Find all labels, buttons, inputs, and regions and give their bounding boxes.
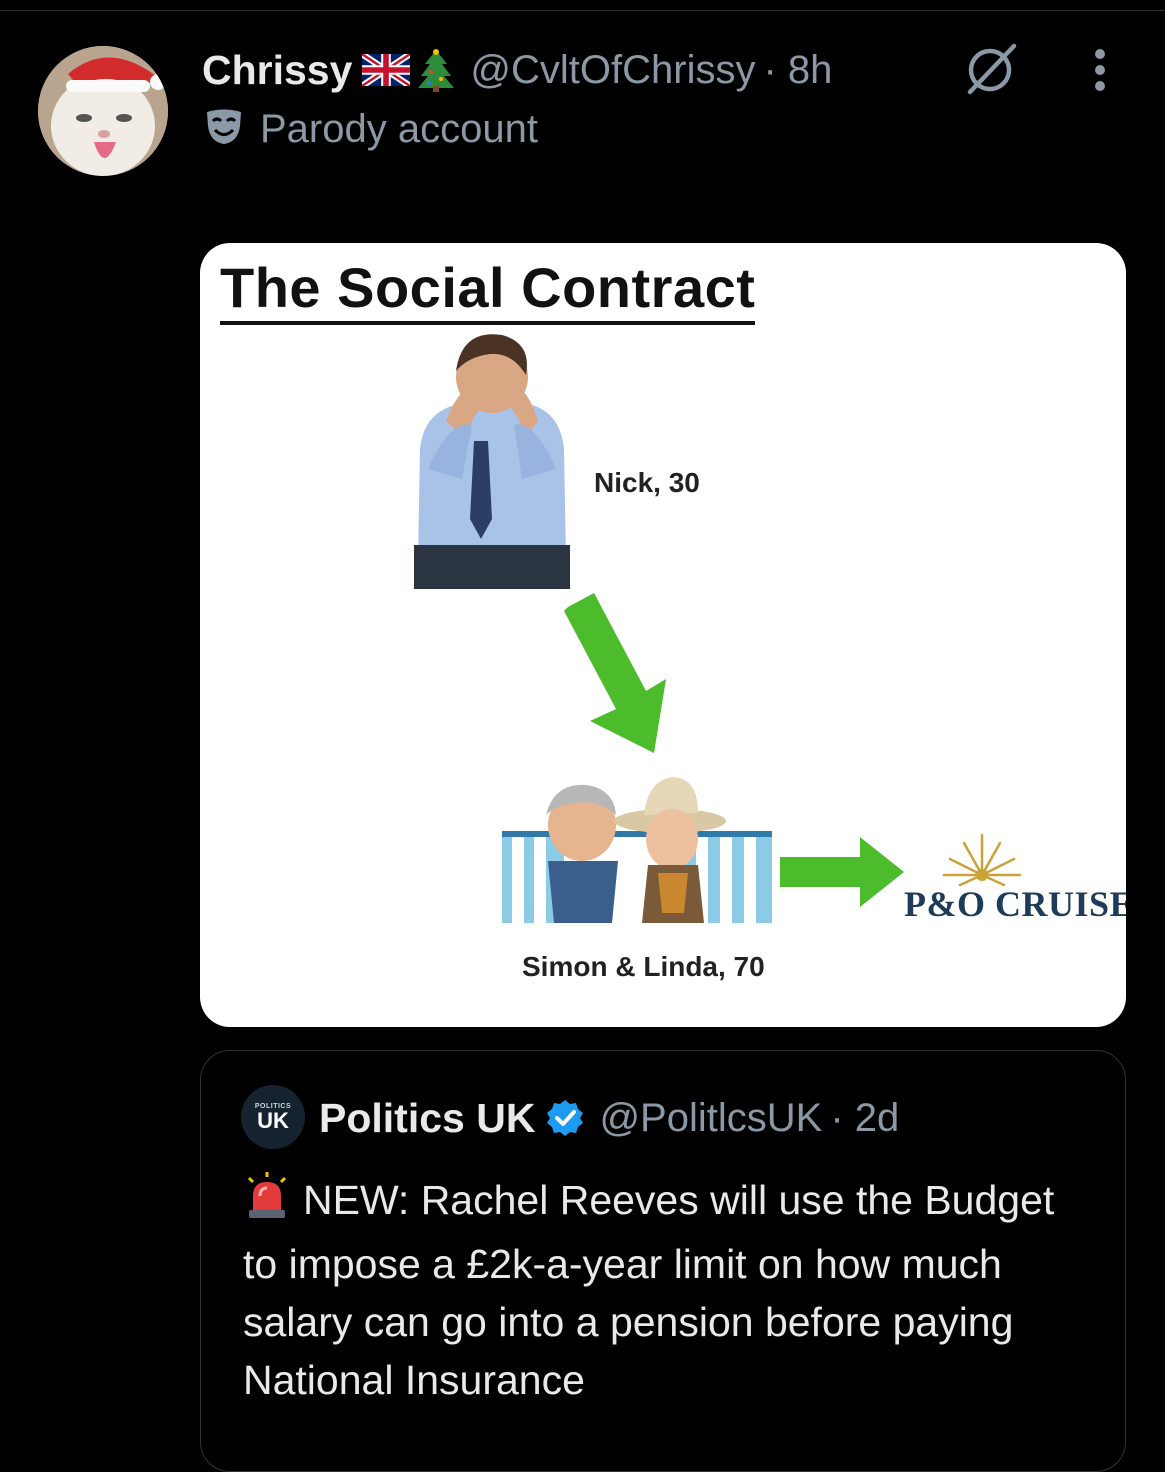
- nick-caption: Nick, 30: [594, 467, 700, 498]
- siren-icon: [243, 1172, 291, 1235]
- quoted-display-name[interactable]: Politics UK: [319, 1095, 535, 1142]
- author-handle[interactable]: @CvltOfChrissy: [470, 48, 755, 93]
- quoted-post-text-block: NEW: Rachel Reeves will use the Budget t…: [243, 1171, 1083, 1409]
- quoted-post-text: NEW: Rachel Reeves will use the Budget t…: [243, 1177, 1055, 1403]
- quoted-handle[interactable]: @PolitlcsUK: [599, 1096, 822, 1141]
- post-image[interactable]: The Social Contract Nick, 30 P&O CRUISE …: [200, 243, 1126, 1027]
- meme-title: The Social Contract: [220, 257, 756, 325]
- author-avatar[interactable]: [38, 46, 168, 176]
- author-display-name[interactable]: Chrissy: [202, 47, 352, 94]
- grok-icon[interactable]: [962, 38, 1022, 98]
- christmas-tree-icon: [416, 48, 456, 92]
- author-row: Chrissy @CvltOfChrissy · 8h: [202, 40, 832, 100]
- post-timestamp[interactable]: · 8h: [763, 48, 832, 93]
- stressed-man-photo: [414, 329, 570, 589]
- more-options-icon[interactable]: [1084, 46, 1116, 94]
- top-divider: [0, 10, 1165, 11]
- couple-caption: Simon & Linda, 70: [522, 951, 765, 982]
- cat-avatar-image: [38, 46, 168, 176]
- quoted-author-avatar[interactable]: POLITICS UK: [241, 1085, 305, 1149]
- retired-couple-photo: [498, 773, 776, 925]
- quoted-author-row: Politics UK @PolitlcsUK · 2d: [319, 1089, 899, 1147]
- right-arrow: [778, 835, 908, 909]
- parody-mask-icon: [204, 108, 244, 151]
- parody-label: Parody account: [260, 106, 538, 151]
- quoted-post[interactable]: POLITICS UK Politics UK @PolitlcsUK · 2d…: [200, 1050, 1126, 1472]
- po-sunburst-icon: [934, 829, 1030, 887]
- quoted-avatar-big-text: UK: [257, 1107, 289, 1133]
- uk-flag-icon: [362, 54, 411, 86]
- verified-badge-icon: [545, 1098, 585, 1138]
- parody-label-row: Parody account: [204, 102, 538, 156]
- down-arrow: [554, 593, 684, 757]
- quoted-timestamp[interactable]: · 2d: [830, 1096, 899, 1141]
- po-cruises-logo: P&O CRUISES: [904, 884, 1126, 924]
